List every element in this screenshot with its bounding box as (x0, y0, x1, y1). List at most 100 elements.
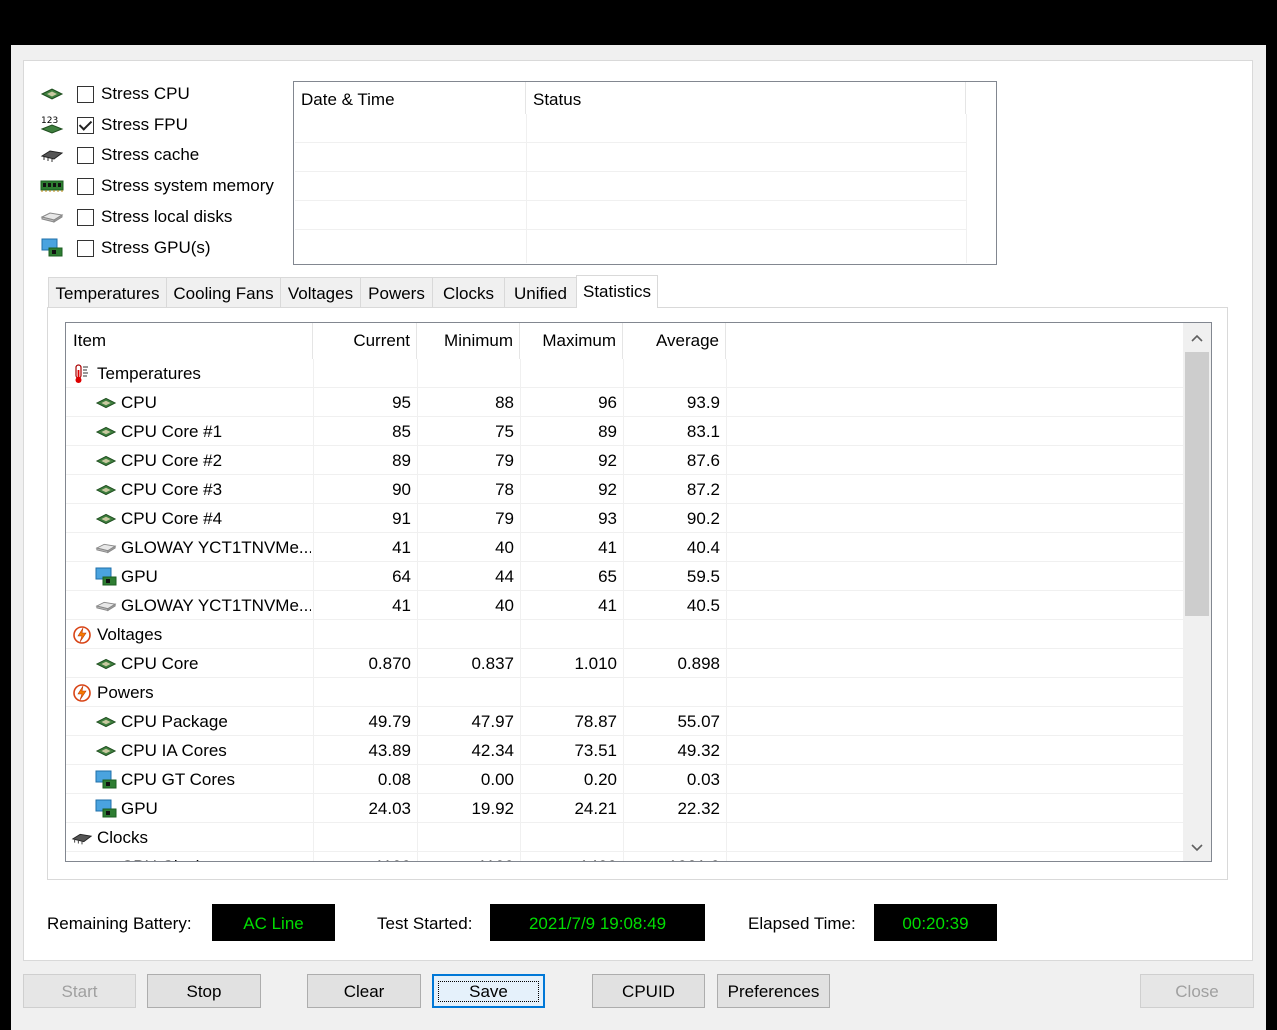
col-header-average[interactable]: Average (623, 323, 726, 359)
minimum-cell: 0.00 (480, 770, 514, 789)
stress-checkbox[interactable] (77, 116, 94, 134)
table-row[interactable]: GLOWAY YCT1TNVMe... 41 40 41 40.4 (66, 533, 1184, 562)
stop-button[interactable]: Stop (147, 974, 261, 1008)
scroll-down-icon[interactable] (1183, 835, 1211, 861)
table-row[interactable]: CPU Core #4 91 79 93 90.2 (66, 504, 1184, 533)
cpu-icon (95, 422, 117, 442)
stress-option[interactable]: Stress system memory (38, 173, 274, 199)
minimum-cell: 44 (495, 567, 514, 586)
current-cell: 24.03 (368, 799, 411, 818)
gpu-monitor-icon (95, 567, 117, 587)
table-row[interactable]: GPU 64 44 65 59.5 (66, 562, 1184, 591)
item-name-cell: Powers (97, 683, 154, 702)
table-row[interactable]: CPU Core #2 89 79 92 87.6 (66, 446, 1184, 475)
average-cell: 40.4 (686, 538, 720, 557)
group-row[interactable]: Clocks (66, 823, 1184, 852)
gpu-monitor-icon (38, 237, 66, 259)
table-row[interactable]: CPU Clock1100110014001261.0 (66, 852, 1184, 861)
cpu-icon (95, 451, 117, 471)
table-row[interactable]: CPU GT Cores 0.08 0.00 0.20 0.03 (66, 765, 1184, 794)
test-started-label: Test Started: (377, 914, 473, 933)
stress-option-label: Stress cache (101, 145, 200, 164)
gpu-monitor-icon (95, 799, 117, 819)
fpu-123-icon: 123 (38, 114, 66, 136)
col-header-minimum[interactable]: Minimum (417, 323, 520, 359)
col-header-current[interactable]: Current (313, 323, 417, 359)
stress-option[interactable]: Stress CPU (38, 81, 190, 107)
cpu-icon (95, 480, 117, 500)
stress-option[interactable]: 123 Stress FPU (38, 112, 188, 138)
stress-option-label: Stress CPU (101, 84, 190, 103)
table-row[interactable]: CPU Core 0.870 0.837 1.010 0.898 (66, 649, 1184, 678)
current-cell: 43.89 (368, 741, 411, 760)
current-cell: 95 (392, 393, 411, 412)
item-name-cell: Clocks (97, 828, 149, 847)
clear-button[interactable]: Clear (307, 974, 421, 1008)
table-row[interactable]: CPU 95 88 96 93.9 (66, 388, 1184, 417)
remaining-battery-value: AC Line (212, 904, 335, 941)
maximum-cell: 41 (598, 538, 617, 557)
stress-checkbox[interactable] (77, 177, 94, 195)
cpu-icon (95, 393, 117, 413)
table-row[interactable]: GLOWAY YCT1TNVMe... 41 40 41 40.5 (66, 591, 1184, 620)
item-name-cell: CPU GT Cores (121, 770, 235, 789)
vertical-scrollbar[interactable] (1183, 323, 1211, 861)
group-row[interactable]: Powers (66, 678, 1184, 707)
log-divider (966, 114, 967, 263)
log-divider (526, 114, 527, 263)
test-started-value: 2021/7/9 19:08:49 (490, 904, 705, 941)
maximum-cell: 41 (598, 596, 617, 615)
minimum-cell: 79 (495, 509, 514, 528)
item-name-cell: Voltages (97, 625, 163, 644)
start-button[interactable]: Start (23, 974, 136, 1008)
tab-voltages[interactable]: Voltages (280, 277, 361, 307)
group-row[interactable]: Temperatures (66, 359, 1184, 388)
preferences-button[interactable]: Preferences (717, 974, 830, 1008)
col-header-maximum[interactable]: Maximum (520, 323, 623, 359)
tab-temperatures[interactable]: Temperatures (48, 277, 167, 307)
stress-checkbox[interactable] (77, 239, 94, 257)
minimum-cell: 19.92 (471, 799, 514, 818)
disk-drive-icon (95, 538, 117, 558)
log-col-status[interactable]: Status (526, 82, 966, 114)
table-row[interactable]: CPU Package 49.79 47.97 78.87 55.07 (66, 707, 1184, 736)
stress-checkbox[interactable] (77, 208, 94, 226)
stress-checkbox[interactable] (77, 146, 94, 164)
cpuid-button[interactable]: CPUID (592, 974, 705, 1008)
maximum-cell: 24.21 (574, 799, 617, 818)
group-row[interactable]: Voltages (66, 620, 1184, 649)
item-name-cell: GPU (121, 567, 158, 586)
average-cell: 40.5 (686, 596, 720, 615)
close-button[interactable]: Close (1140, 974, 1254, 1008)
current-cell: 41 (392, 596, 411, 615)
stress-option[interactable]: Stress cache (38, 142, 199, 168)
col-header-item[interactable]: Item (66, 323, 313, 359)
tab-clocks[interactable]: Clocks (432, 277, 505, 307)
scrollbar-thumb[interactable] (1185, 352, 1209, 616)
stress-checkbox[interactable] (77, 85, 94, 103)
minimum-cell: 42.34 (471, 741, 514, 760)
table-row[interactable]: CPU IA Cores 43.89 42.34 73.51 49.32 (66, 736, 1184, 765)
table-row[interactable]: GPU 24.03 19.92 24.21 22.32 (66, 794, 1184, 823)
cpu-icon (95, 712, 117, 732)
average-cell: 87.2 (686, 480, 720, 499)
average-cell: 1261.0 (623, 852, 726, 861)
tab-cooling-fans[interactable]: Cooling Fans (166, 277, 281, 307)
save-button[interactable]: Save (432, 974, 545, 1008)
lightning-icon (71, 625, 93, 645)
scroll-up-icon[interactable] (1183, 325, 1211, 351)
svg-text:123: 123 (41, 116, 58, 126)
item-name-cell: CPU Clock (121, 852, 311, 861)
tab-unified[interactable]: Unified (504, 277, 577, 307)
item-name-cell: CPU Core #4 (121, 509, 223, 528)
tab-powers[interactable]: Powers (360, 277, 433, 307)
elapsed-time-label: Elapsed Time: (748, 914, 856, 933)
table-row[interactable]: CPU Core #3 90 78 92 87.2 (66, 475, 1184, 504)
cpu-icon (95, 741, 117, 761)
stress-option[interactable]: Stress GPU(s) (38, 235, 211, 261)
tab-statistics[interactable]: Statistics (576, 275, 658, 308)
table-row[interactable]: CPU Core #1 85 75 89 83.1 (66, 417, 1184, 446)
stress-option[interactable]: Stress local disks (38, 204, 232, 230)
average-cell: 55.07 (677, 712, 720, 731)
log-col-date-time[interactable]: Date & Time (294, 82, 526, 114)
